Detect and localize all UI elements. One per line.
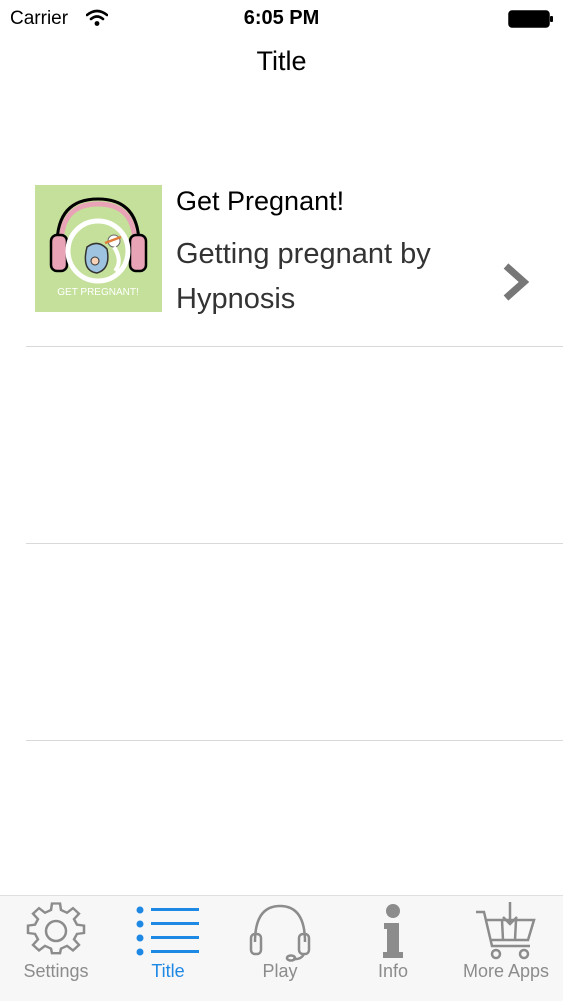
item-subtitle: Getting pregnant by Hypnosis	[176, 238, 431, 315]
row-divider	[26, 740, 563, 741]
svg-text:GET PREGNANT!: GET PREGNANT!	[57, 287, 139, 298]
tab-title[interactable]: Title	[112, 896, 224, 1001]
battery-icon	[508, 10, 553, 28]
page-title: Title	[256, 46, 307, 76]
status-bar: Carrier 6:05 PM	[0, 0, 563, 40]
tab-label: Title	[151, 961, 185, 981]
info-icon	[383, 904, 403, 958]
tab-more-apps[interactable]: More Apps	[450, 896, 562, 1001]
tab-label: More Apps	[462, 961, 550, 981]
tab-info[interactable]: Info	[337, 896, 449, 1001]
list-item[interactable]: GET PREGNANT! Get Pregnant! Getting preg…	[0, 150, 563, 346]
list-item-empty	[0, 347, 563, 543]
list-item-empty	[0, 544, 563, 740]
tab-settings[interactable]: Settings	[0, 896, 112, 1001]
headphones-stork-logo: GET PREGNANT!	[35, 185, 162, 312]
cart-icon	[476, 902, 536, 960]
list-icon	[136, 906, 199, 956]
gear-icon	[26, 902, 86, 955]
tab-label: Info	[377, 961, 409, 981]
app-thumbnail: GET PREGNANT!	[35, 185, 162, 312]
tab-label: Settings	[23, 961, 89, 981]
tab-label: Play	[262, 961, 298, 981]
status-time: 6:05 PM	[243, 7, 320, 29]
tab-play[interactable]: Play	[224, 896, 336, 1001]
headphones-icon	[249, 904, 311, 962]
chevron-right-icon[interactable]	[500, 262, 530, 302]
tab-bar: Settings Title Play Info More Apps	[0, 895, 563, 1001]
item-title: Get Pregnant!	[176, 186, 345, 216]
